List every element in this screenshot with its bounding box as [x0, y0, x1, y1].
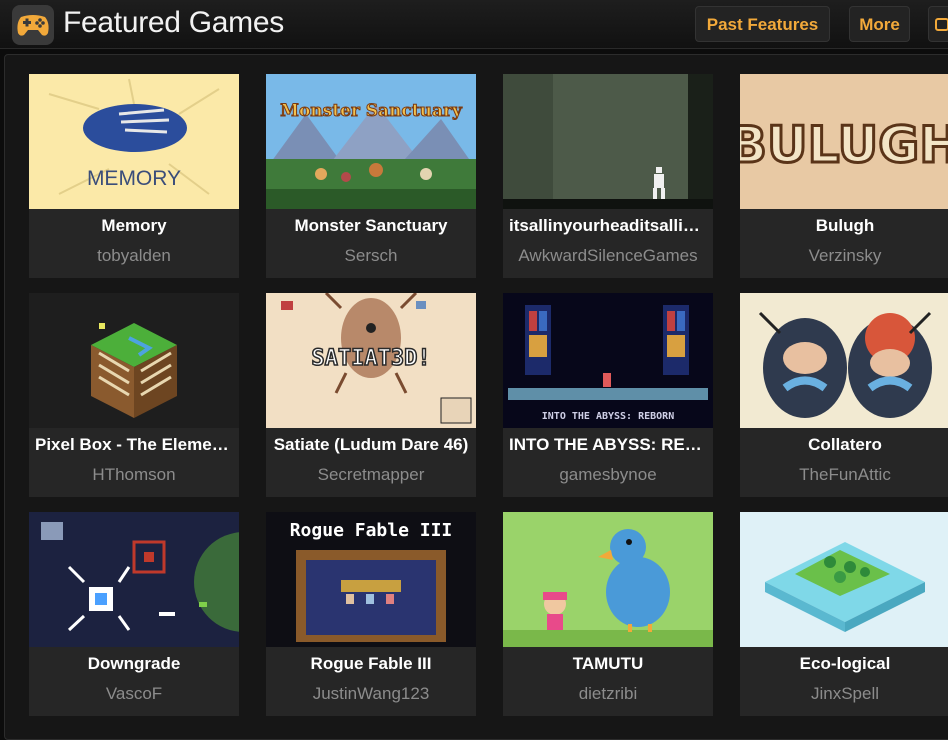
game-card[interactable]: Monster Sanctuary Monster Sanctuary Sers…	[266, 74, 476, 278]
thumb-text: Monster Sanctuary	[280, 101, 463, 121]
game-title[interactable]: Bulugh	[746, 216, 944, 236]
game-title[interactable]: Rogue Fable III	[272, 654, 470, 674]
game-thumbnail[interactable]: MEMORY	[29, 74, 239, 209]
game-thumbnail[interactable]: Rogue Fable III	[266, 512, 476, 647]
game-author[interactable]: HThomson	[35, 465, 233, 485]
featured-games-panel: MEMORY Memory tobyalden Monster Sanctuar…	[4, 54, 948, 740]
thumb-text: BULUGH	[740, 116, 948, 174]
game-card[interactable]: Rogue Fable III Rogue Fable III JustinWa…	[266, 512, 476, 716]
game-title[interactable]: Pixel Box - The Elements	[35, 435, 233, 455]
game-title[interactable]: Satiate (Ludum Dare 46)	[272, 435, 470, 455]
game-author[interactable]: dietzribi	[509, 684, 707, 704]
game-title[interactable]: itsallinyourheaditsallinyourhead	[509, 216, 707, 236]
game-thumbnail[interactable]	[740, 512, 948, 647]
header-bar: Featured Games Past Features More	[0, 0, 948, 49]
game-thumbnail[interactable]: BULUGH	[740, 74, 948, 209]
game-thumbnail[interactable]	[503, 512, 713, 647]
game-author[interactable]: VascoF	[35, 684, 233, 704]
game-author[interactable]: JinxSpell	[746, 684, 944, 704]
game-title[interactable]: INTO THE ABYSS: REBORN	[509, 435, 707, 455]
game-title[interactable]: Monster Sanctuary	[272, 216, 470, 236]
game-card[interactable]: Eco-logical JinxSpell	[740, 512, 948, 716]
game-card[interactable]: Pixel Box - The Elements HThomson	[29, 293, 239, 497]
game-title[interactable]: Downgrade	[35, 654, 233, 674]
game-author[interactable]: tobyalden	[35, 246, 233, 266]
game-card[interactable]: Downgrade VascoF	[29, 512, 239, 716]
game-card[interactable]: MEMORY Memory tobyalden	[29, 74, 239, 278]
game-thumbnail[interactable]: Monster Sanctuary	[266, 74, 476, 209]
game-thumbnail[interactable]	[503, 74, 713, 209]
game-thumbnail[interactable]: SATIAT3D!	[266, 293, 476, 428]
game-title[interactable]: Memory	[35, 216, 233, 236]
game-thumbnail[interactable]	[29, 512, 239, 647]
past-features-button[interactable]: Past Features	[695, 6, 830, 42]
page-title: Featured Games	[63, 6, 284, 39]
game-thumbnail[interactable]	[740, 293, 948, 428]
more-button[interactable]: More	[849, 6, 910, 42]
thumb-text: Rogue Fable III	[290, 520, 453, 541]
thumb-text: SATIAT3D!	[311, 346, 430, 371]
game-author[interactable]: Secretmapper	[272, 465, 470, 485]
game-card[interactable]: INTO THE ABYSS: REBORN INTO THE ABYSS: R…	[503, 293, 713, 497]
game-card[interactable]: itsallinyourheaditsallinyourhead Awkward…	[503, 74, 713, 278]
game-author[interactable]: gamesbynoe	[509, 465, 707, 485]
gamepad-icon[interactable]	[12, 5, 54, 45]
game-card[interactable]: BULUGH Bulugh Verzinsky	[740, 74, 948, 278]
game-thumbnail[interactable]	[29, 293, 239, 428]
game-card[interactable]: Collatero TheFunAttic	[740, 293, 948, 497]
game-card[interactable]: TAMUTU dietzribi	[503, 512, 713, 716]
game-title[interactable]: Collatero	[746, 435, 944, 455]
thumb-text: MEMORY	[87, 167, 181, 190]
game-author[interactable]: AwkwardSilenceGames	[509, 246, 707, 266]
game-title[interactable]: Eco-logical	[746, 654, 944, 674]
thumb-text: INTO THE ABYSS: REBORN	[542, 411, 674, 422]
game-author[interactable]: TheFunAttic	[746, 465, 944, 485]
rss-icon[interactable]	[928, 6, 948, 42]
game-card[interactable]: SATIAT3D! Satiate (Ludum Dare 46) Secret…	[266, 293, 476, 497]
game-author[interactable]: JustinWang123	[272, 684, 470, 704]
game-title[interactable]: TAMUTU	[509, 654, 707, 674]
game-author[interactable]: Verzinsky	[746, 246, 944, 266]
game-author[interactable]: Sersch	[272, 246, 470, 266]
game-thumbnail[interactable]: INTO THE ABYSS: REBORN	[503, 293, 713, 428]
